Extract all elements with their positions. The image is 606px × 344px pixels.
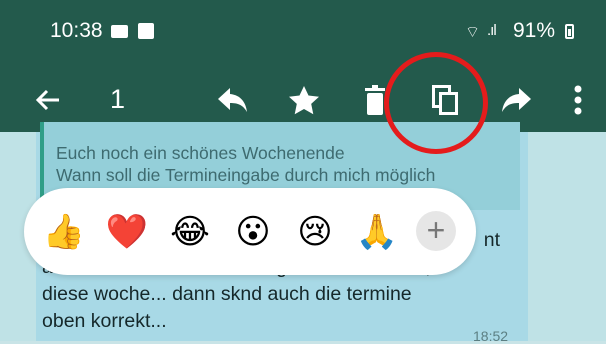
signal-icon: .ıl xyxy=(487,22,497,39)
message-line: oben korrekt... xyxy=(42,310,167,332)
photo-icon xyxy=(138,23,154,39)
thumbs-up-reaction[interactable]: 👍 xyxy=(40,208,88,256)
message-timestamp: 18:52 xyxy=(473,328,509,344)
heart-reaction[interactable]: ❤️ xyxy=(103,208,151,256)
message-line: diese woche... dann sknd auch die termin… xyxy=(42,283,412,305)
crying-reaction[interactable]: 😢 xyxy=(291,208,339,256)
surprised-reaction[interactable]: 😮 xyxy=(229,208,277,256)
more-icon[interactable] xyxy=(566,80,590,120)
mail-icon xyxy=(111,25,128,38)
reply-icon[interactable] xyxy=(212,80,252,120)
praying-hands-reaction[interactable]: 🙏 xyxy=(353,208,401,256)
status-time: 10:38 xyxy=(50,19,103,42)
star-icon[interactable] xyxy=(284,80,324,120)
red-highlight-circle xyxy=(384,52,488,154)
reaction-picker: 👍 ❤️ 😂 😮 😢 🙏 + xyxy=(24,188,476,275)
battery-percentage: 91% xyxy=(513,19,556,42)
quote-line: Wann soll die Termineingabe durch mich m… xyxy=(56,165,436,185)
selected-count: 1 xyxy=(110,84,126,114)
laughing-reaction[interactable]: 😂 xyxy=(166,208,214,256)
battery-icon xyxy=(565,24,574,39)
add-reaction-button[interactable]: + xyxy=(416,211,456,251)
status-bar: 10:38 ⌔ .ıl 91% xyxy=(0,0,606,68)
forward-icon[interactable] xyxy=(497,80,537,120)
back-arrow-icon[interactable] xyxy=(28,80,68,120)
wifi-icon: ⌔ xyxy=(465,24,481,41)
